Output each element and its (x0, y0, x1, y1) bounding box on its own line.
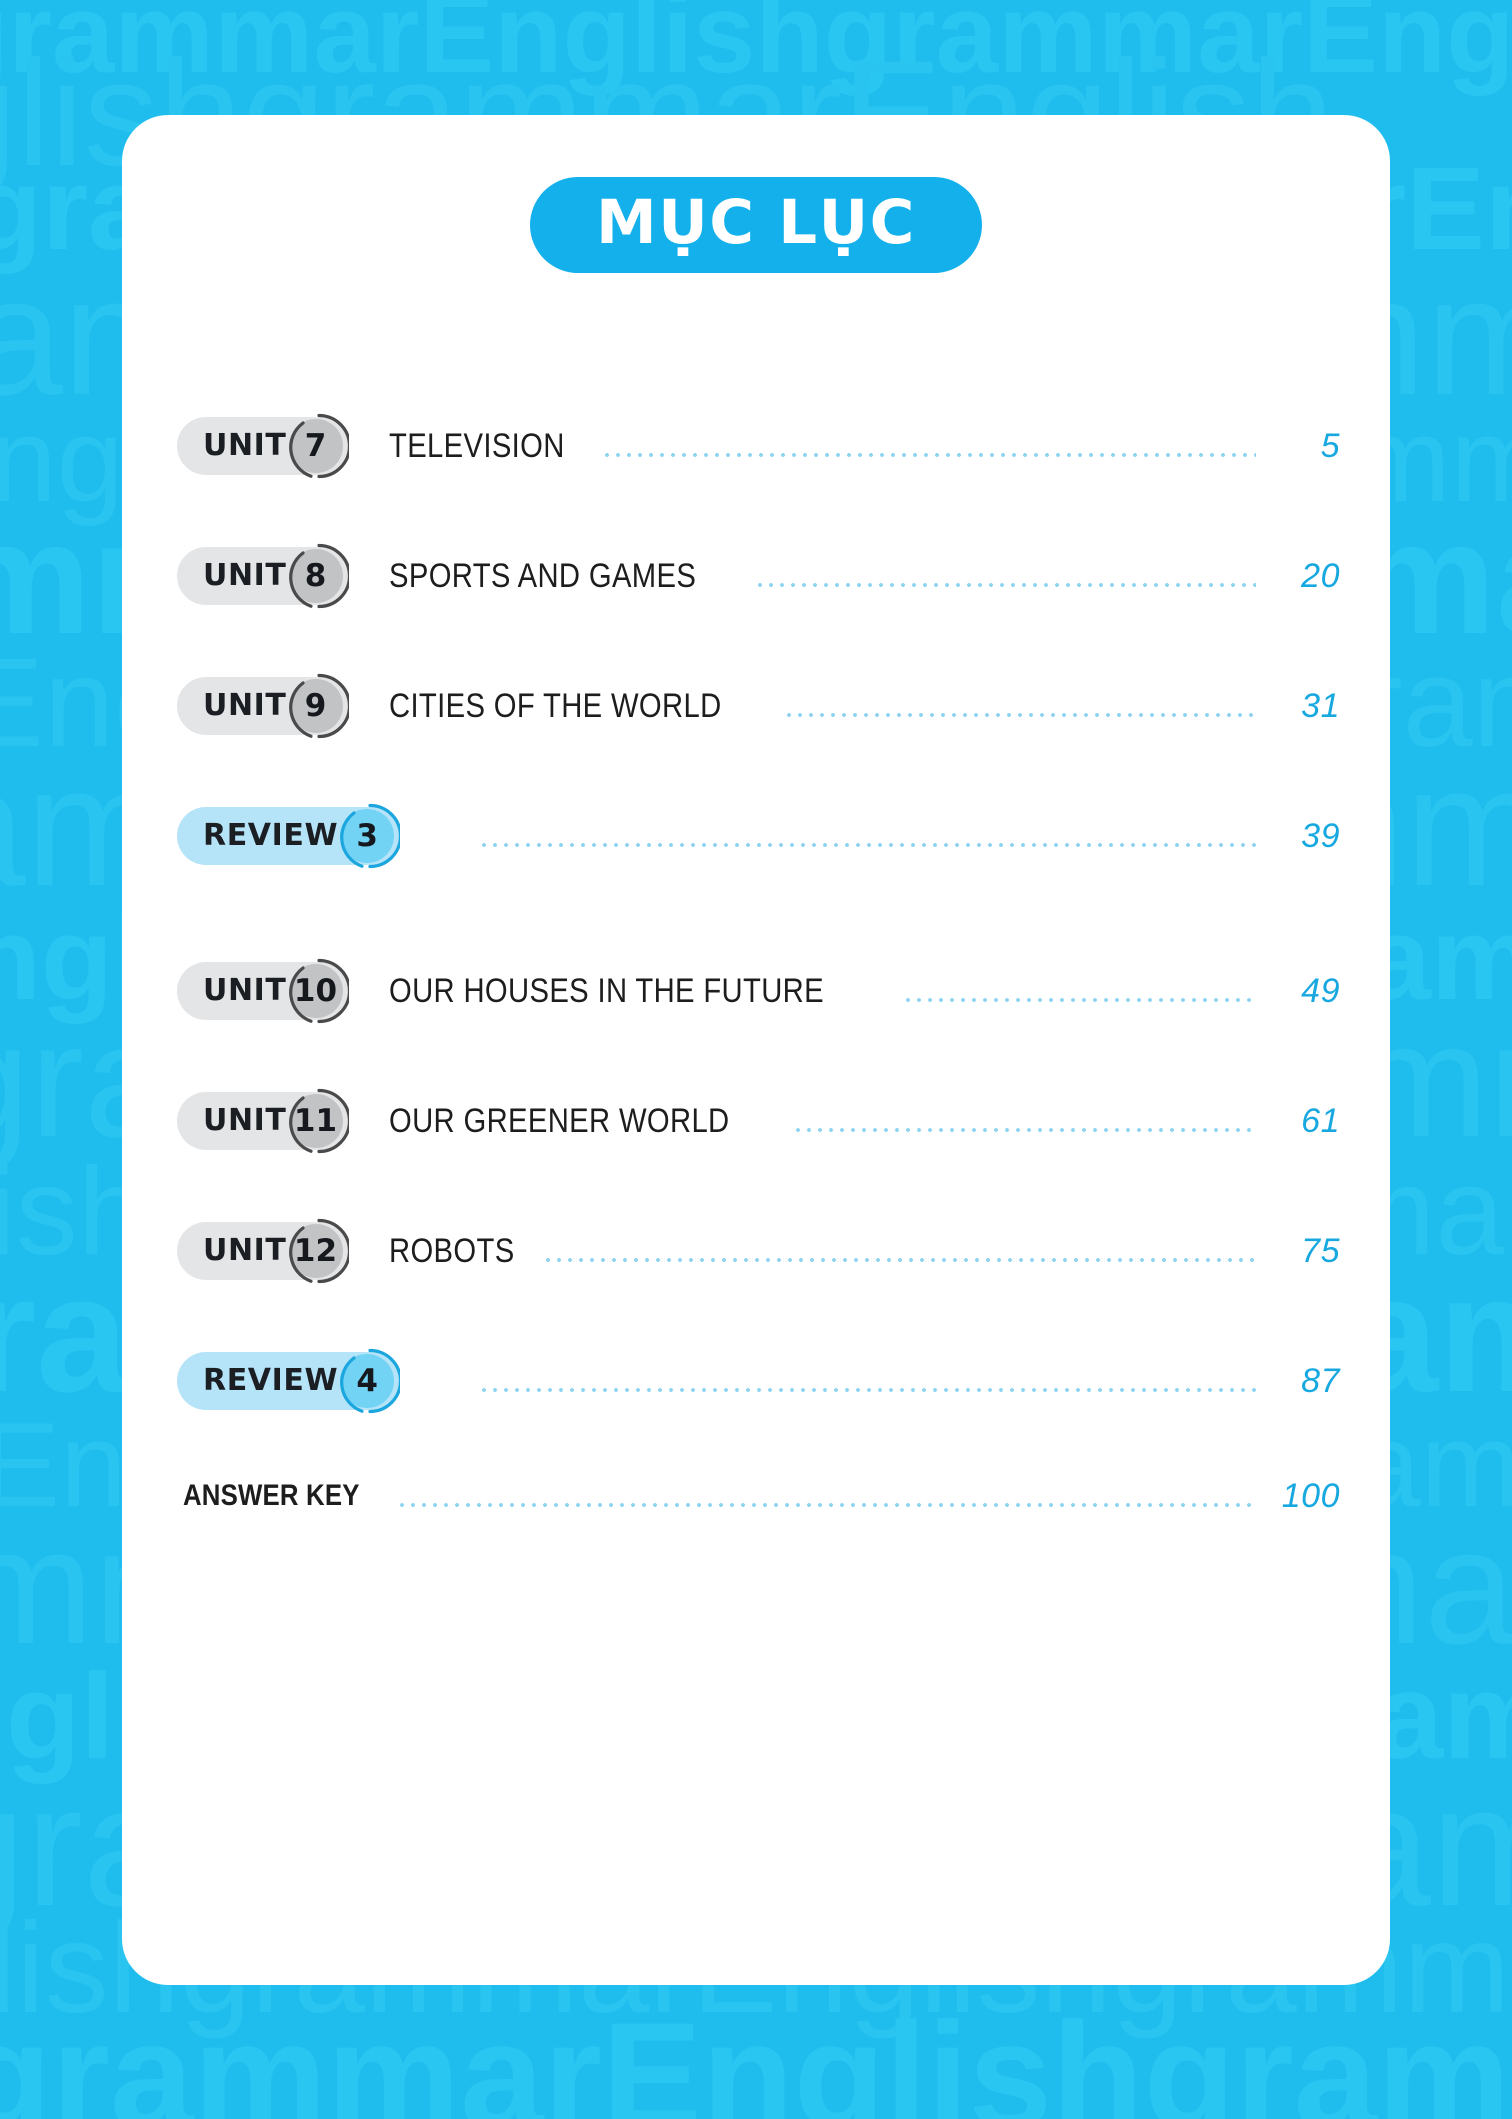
dot-leader (482, 1364, 1256, 1398)
dot-leader (400, 1479, 1256, 1513)
entry-title: TELEVISION (388, 427, 565, 465)
entry-badge[interactable]: REVIEW 3 (177, 803, 401, 869)
toc-entry-list: UNIT 7 TELEVISION 5 UNIT 8 SPORTS AND GAMES 20 U… (177, 400, 1340, 1985)
toc-row[interactable]: ANSWER KEY 100 (177, 1450, 1340, 1542)
entry-page-number: 5 (1320, 427, 1340, 465)
entry-badge[interactable]: UNIT 12 (177, 1218, 349, 1284)
page-title: MỤC LỤC (596, 187, 916, 258)
entry-title: OUR HOUSES IN THE FUTURE (388, 972, 824, 1010)
badge-disc: 8 (288, 549, 343, 603)
dot-leader (482, 819, 1256, 853)
entry-badge[interactable]: UNIT 9 (177, 673, 349, 739)
entry-page-number: 31 (1301, 687, 1340, 725)
entry-badge[interactable]: UNIT 11 (177, 1088, 349, 1154)
entry-page-number: 87 (1301, 1362, 1340, 1400)
badge-disc: 9 (288, 679, 343, 733)
badge-label: UNIT (203, 1103, 287, 1138)
badge-number: 4 (356, 1362, 378, 1399)
entry-page-number: 39 (1301, 817, 1340, 855)
toc-row[interactable]: UNIT 11 OUR GREENER WORLD 61 (177, 1075, 1340, 1167)
badge-label: REVIEW (203, 1363, 339, 1398)
toc-row[interactable]: REVIEW 3 39 (177, 790, 1340, 882)
badge-number-circle: 7 (283, 413, 349, 479)
entry-badge[interactable]: UNIT 10 (177, 958, 349, 1024)
badge-disc: 10 (288, 964, 343, 1018)
badge-number-circle: 10 (283, 958, 349, 1024)
badge-label: REVIEW (203, 818, 339, 853)
badge-number: 9 (304, 687, 327, 724)
badge-label: UNIT (203, 688, 287, 723)
entry-badge[interactable]: REVIEW 4 (177, 1348, 401, 1414)
entry-badge[interactable]: UNIT 8 (177, 543, 349, 609)
dot-leader (796, 1104, 1256, 1138)
badge-disc: 4 (340, 1354, 395, 1408)
background-word-row: grammarEnglishgrammar (0, 1991, 1512, 2119)
badge-number: 10 (293, 972, 338, 1009)
entry-page-number: 49 (1301, 972, 1340, 1010)
entry-page-number: 20 (1301, 557, 1340, 595)
badge-disc: 12 (288, 1224, 343, 1278)
badge-number-circle: 8 (283, 543, 349, 609)
toc-row[interactable]: UNIT 7 TELEVISION 5 (177, 400, 1340, 492)
page-title-pill: MỤC LỤC (530, 177, 982, 274)
entry-page-number: 75 (1301, 1232, 1340, 1270)
badge-number: 7 (304, 427, 327, 464)
badge-number: 12 (293, 1232, 338, 1269)
entry-badge[interactable]: UNIT 7 (177, 413, 349, 479)
badge-number-circle: 3 (334, 803, 401, 869)
entry-title: OUR GREENER WORLD (388, 1102, 730, 1140)
table-of-contents-card: MỤC LỤC UNIT 7 TELEVISION 5 UNIT 8 SPORTS AND … (122, 115, 1390, 1985)
entry-title: ROBOTS (388, 1232, 515, 1270)
toc-row[interactable]: UNIT 9 CITIES OF THE WORLD 31 (177, 660, 1340, 752)
page-title-wrapper: MỤC LỤC (122, 177, 1390, 274)
toc-row[interactable]: UNIT 12 ROBOTS 75 (177, 1205, 1340, 1297)
badge-label: UNIT (203, 1233, 287, 1268)
badge-label: UNIT (203, 973, 287, 1008)
entry-title: CITIES OF THE WORLD (388, 687, 722, 725)
badge-label: UNIT (203, 428, 287, 463)
badge-number: 8 (304, 557, 327, 594)
dot-leader (787, 689, 1256, 723)
badge-number-circle: 4 (334, 1348, 401, 1414)
badge-disc: 7 (288, 419, 343, 473)
entry-title: ANSWER KEY (183, 1479, 360, 1512)
dot-leader (604, 429, 1257, 463)
dot-leader (906, 974, 1256, 1008)
entry-title: SPORTS AND GAMES (388, 557, 696, 595)
toc-row[interactable]: UNIT 10 OUR HOUSES IN THE FUTURE 49 (177, 945, 1340, 1037)
badge-number: 11 (293, 1102, 338, 1139)
badge-disc: 11 (288, 1094, 343, 1148)
badge-label: UNIT (203, 558, 287, 593)
badge-disc: 3 (340, 809, 395, 863)
badge-number-circle: 9 (283, 673, 349, 739)
toc-row[interactable]: UNIT 8 SPORTS AND GAMES 20 (177, 530, 1340, 622)
dot-leader (546, 1234, 1256, 1268)
badge-number-circle: 12 (283, 1218, 349, 1284)
badge-number: 3 (356, 817, 378, 854)
entry-page-number: 61 (1301, 1102, 1340, 1140)
entry-page-number: 100 (1281, 1477, 1340, 1515)
dot-leader (757, 559, 1257, 593)
badge-number-circle: 11 (283, 1088, 349, 1154)
toc-row[interactable]: REVIEW 4 87 (177, 1335, 1340, 1427)
